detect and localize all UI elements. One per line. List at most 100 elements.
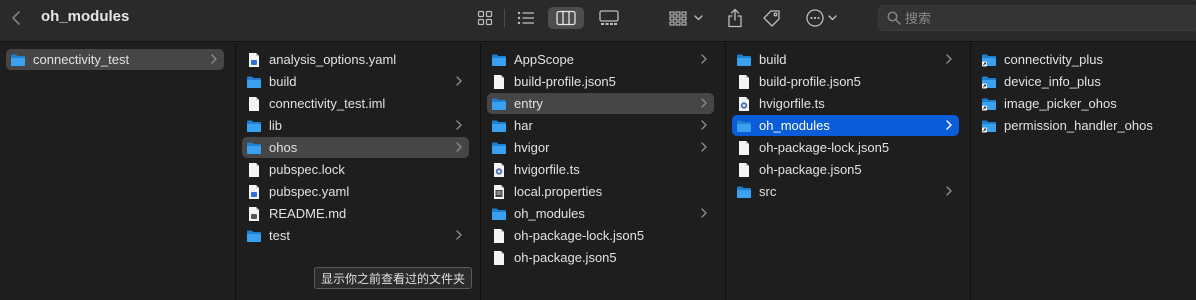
- back-chevron-icon[interactable]: [8, 9, 26, 27]
- chevron-right-icon: [455, 75, 463, 87]
- chevron-right-icon: [945, 53, 953, 65]
- list-item[interactable]: hvigorfile.ts: [732, 93, 959, 114]
- item-label: oh_modules: [759, 118, 830, 133]
- item-label: oh_modules: [514, 206, 585, 221]
- list-item[interactable]: connectivity_test.iml: [242, 93, 469, 114]
- column-3: AppScope build-profile.json5 entry har hvigo…: [481, 43, 725, 300]
- list-item[interactable]: analysis_options.yaml: [242, 49, 469, 70]
- search-input[interactable]: [905, 9, 1185, 27]
- item-label: hvigorfile.ts: [759, 96, 825, 111]
- chevron-right-icon: [945, 185, 953, 197]
- folder-alias-icon: [981, 52, 997, 68]
- yaml-file-icon: [246, 52, 262, 68]
- item-label: entry: [514, 96, 543, 111]
- item-label: AppScope: [514, 52, 574, 67]
- share-icon: [728, 8, 742, 28]
- properties-file-icon: [491, 184, 507, 200]
- folder-icon: [491, 140, 507, 156]
- list-item[interactable]: har: [487, 115, 714, 136]
- columns-icon: [556, 10, 576, 26]
- folder-alias-icon: [981, 118, 997, 134]
- list-item[interactable]: connectivity_plus: [977, 49, 1187, 70]
- folder-icon: [491, 118, 507, 134]
- more-actions-button[interactable]: [804, 7, 842, 29]
- folder-icon: [736, 118, 752, 134]
- chevron-right-icon: [700, 97, 708, 109]
- folder-alias-icon: [981, 74, 997, 90]
- list-item[interactable]: build: [242, 71, 469, 92]
- search-field[interactable]: [878, 5, 1196, 31]
- list-item[interactable]: device_info_plus: [977, 71, 1187, 92]
- list-item[interactable]: ohos: [242, 137, 469, 158]
- item-label: permission_handler_ohos: [1004, 118, 1153, 133]
- list-item[interactable]: oh-package-lock.json5: [487, 225, 714, 246]
- item-label: hvigorfile.ts: [514, 162, 580, 177]
- item-label: oh-package.json5: [759, 162, 862, 177]
- document-icon: [491, 74, 507, 90]
- list-item[interactable]: entry: [487, 93, 714, 114]
- item-label: image_picker_ohos: [1004, 96, 1117, 111]
- list-item[interactable]: connectivity_test: [6, 49, 224, 70]
- list-item[interactable]: image_picker_ohos: [977, 93, 1187, 114]
- list-icon: [517, 11, 534, 25]
- column-view-button[interactable]: [548, 7, 584, 29]
- typescript-file-icon: [491, 162, 507, 178]
- list-item[interactable]: oh-package.json5: [487, 247, 714, 268]
- chevron-right-icon: [700, 141, 708, 153]
- list-item[interactable]: oh-package.json5: [732, 159, 959, 180]
- list-item[interactable]: pubspec.yaml: [242, 181, 469, 202]
- column-5: connectivity_plus device_info_plus image_p…: [971, 43, 1196, 300]
- folder-icon: [736, 184, 752, 200]
- yaml-file-icon: [246, 184, 262, 200]
- list-item[interactable]: local.properties: [487, 181, 714, 202]
- tooltip: 显示你之前查看过的文件夹: [314, 267, 473, 289]
- item-label: src: [759, 184, 777, 199]
- group-grid-icon: [669, 11, 703, 26]
- folder-icon: [491, 52, 507, 68]
- document-icon: [246, 162, 262, 178]
- list-item[interactable]: build-profile.json5: [732, 71, 959, 92]
- list-item[interactable]: oh-package-lock.json5: [732, 137, 959, 158]
- chevron-right-icon: [945, 119, 953, 131]
- tag-icon: [763, 10, 780, 27]
- document-icon: [246, 96, 262, 112]
- group-by-button[interactable]: [668, 7, 706, 29]
- folder-icon: [246, 74, 262, 90]
- list-item[interactable]: oh_modules: [732, 115, 959, 136]
- share-button[interactable]: [724, 7, 746, 29]
- column-1: connectivity_test: [0, 43, 235, 300]
- folder-alias-icon: [981, 96, 997, 112]
- list-item[interactable]: hvigor: [487, 137, 714, 158]
- list-item[interactable]: permission_handler_ohos: [977, 115, 1187, 136]
- tag-button[interactable]: [760, 7, 784, 29]
- item-label: README.md: [269, 206, 347, 221]
- list-item[interactable]: build-profile.json5: [487, 71, 714, 92]
- item-label: build: [759, 52, 787, 67]
- list-item[interactable]: AppScope: [487, 49, 714, 70]
- document-icon: [491, 228, 507, 244]
- list-item[interactable]: build: [732, 49, 959, 70]
- list-item[interactable]: README.md: [242, 203, 469, 224]
- item-label: device_info_plus: [1004, 74, 1101, 89]
- item-label: connectivity_test.iml: [269, 96, 386, 111]
- item-label: build-profile.json5: [759, 74, 861, 89]
- folder-icon: [10, 52, 26, 68]
- item-label: analysis_options.yaml: [269, 52, 397, 67]
- item-label: connectivity_test: [33, 52, 130, 67]
- icon-view-button[interactable]: [474, 7, 496, 29]
- list-view-button[interactable]: [514, 7, 538, 29]
- list-item[interactable]: lib: [242, 115, 469, 136]
- gallery-view-button[interactable]: [596, 7, 622, 29]
- list-item[interactable]: oh_modules: [487, 203, 714, 224]
- chevron-right-icon: [700, 119, 708, 131]
- list-item[interactable]: test: [242, 225, 469, 246]
- ellipsis-circle-icon: [806, 9, 837, 27]
- search-icon: [887, 11, 901, 25]
- grid-icon: [477, 10, 493, 26]
- item-label: oh-package-lock.json5: [514, 228, 645, 243]
- folder-icon: [736, 52, 752, 68]
- list-item[interactable]: hvigorfile.ts: [487, 159, 714, 180]
- list-item[interactable]: pubspec.lock: [242, 159, 469, 180]
- document-icon: [736, 140, 752, 156]
- list-item[interactable]: src: [732, 181, 959, 202]
